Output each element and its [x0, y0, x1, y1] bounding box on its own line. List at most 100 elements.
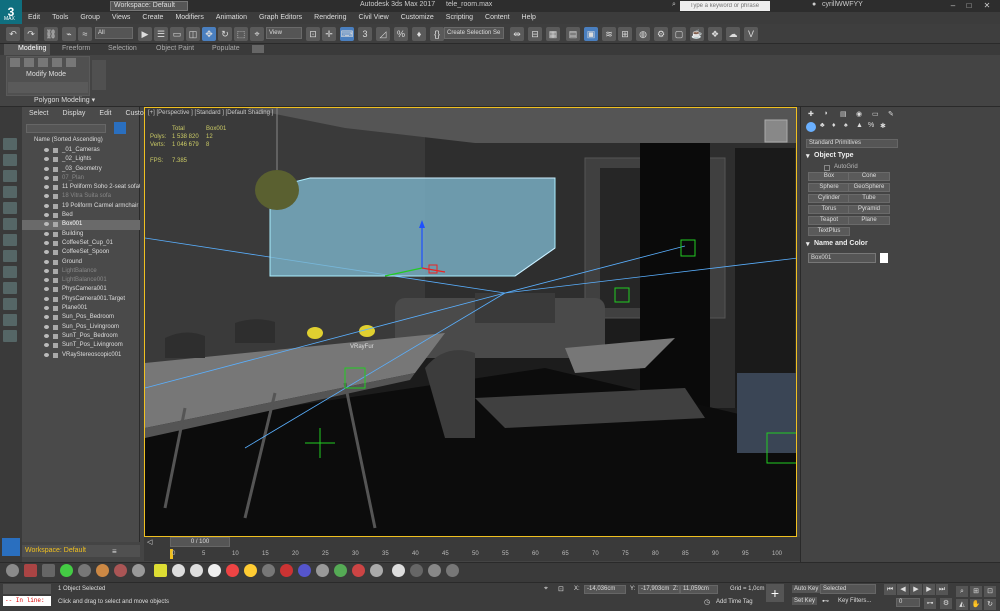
visibility-icon[interactable]: [44, 343, 49, 348]
select-object-icon[interactable]: ▶: [138, 27, 152, 41]
mirror-icon[interactable]: ⇹: [510, 27, 524, 41]
list-item[interactable]: PhysCamera001: [22, 285, 140, 294]
plant-icon[interactable]: [334, 564, 347, 577]
next-frame-icon[interactable]: ▶: [923, 584, 935, 595]
teapot-icon[interactable]: [96, 564, 109, 577]
sphere-button[interactable]: Sphere: [808, 183, 850, 192]
scene-tab-edit[interactable]: Edit: [92, 110, 118, 120]
pivot-center-icon[interactable]: ⊡: [306, 27, 320, 41]
a360-icon[interactable]: ☁: [726, 27, 740, 41]
list-item[interactable]: Sun_Pos_Bedroom: [22, 313, 140, 322]
pyramid-button[interactable]: Pyramid: [848, 205, 890, 214]
visibility-icon[interactable]: [44, 222, 49, 227]
field-of-view-icon[interactable]: ◭: [956, 599, 968, 610]
list-item[interactable]: Bed: [22, 211, 140, 220]
mesh-icon[interactable]: [370, 564, 383, 577]
target-icon[interactable]: [114, 564, 127, 577]
ribbon-toggle-icon[interactable]: ▣: [584, 27, 598, 41]
list-item[interactable]: 19 Poliform Carmel armchair: [22, 202, 140, 211]
menu-rendering[interactable]: Rendering: [308, 12, 352, 24]
viewport-label[interactable]: [+] [Perspective ] [Standard ] [Default …: [148, 110, 273, 116]
name-color-rollout[interactable]: Name and Color: [814, 240, 868, 247]
glasses-icon[interactable]: [132, 564, 145, 577]
list-item[interactable]: LightBalance001: [22, 276, 140, 285]
list-item[interactable]: _03_Geometry: [22, 165, 140, 174]
box001-object[interactable]: [269, 177, 556, 277]
orbit-icon[interactable]: ↻: [984, 599, 996, 610]
utilities-icon[interactable]: ✎: [888, 110, 894, 118]
list-item[interactable]: SunT_Pos_Livingroom: [22, 341, 140, 350]
lights-filter-icon[interactable]: [3, 202, 17, 214]
list-item[interactable]: LightBalance: [22, 267, 140, 276]
workspace-dropdown[interactable]: Workspace: Default: [110, 1, 188, 11]
spinner-snap-icon[interactable]: ♦: [412, 27, 426, 41]
sphere-icon[interactable]: [78, 564, 91, 577]
time-config-icon[interactable]: ⚙: [940, 598, 952, 609]
material-editor-icon[interactable]: ◍: [636, 27, 650, 41]
named-selection-dropdown[interactable]: Create Selection Se: [444, 27, 504, 39]
walkthrough-icon[interactable]: [6, 564, 19, 577]
groups-filter-icon[interactable]: [3, 266, 17, 278]
containers-filter-icon[interactable]: [3, 314, 17, 326]
keyboard-shortcut-icon[interactable]: ⌨: [340, 27, 354, 41]
objects-filter-icon[interactable]: [3, 154, 17, 166]
select-by-name-icon[interactable]: ☰: [154, 27, 168, 41]
visibility-icon[interactable]: [44, 296, 49, 301]
play-icon[interactable]: ▶: [910, 584, 922, 595]
visibility-icon[interactable]: [44, 278, 49, 283]
tab-object-paint[interactable]: Object Paint: [156, 45, 194, 52]
x-coordinate[interactable]: -14,036cm: [584, 585, 626, 594]
maxscript-listener[interactable]: -- In line:: [3, 596, 51, 606]
visibility-icon[interactable]: [44, 194, 49, 199]
list-item[interactable]: 11 Poliform Soho 2-seat sofa00: [22, 183, 140, 192]
light-icon[interactable]: [244, 564, 257, 577]
name-column-header[interactable]: Name (Sorted Ascending): [34, 137, 138, 145]
menu-views[interactable]: Views: [106, 12, 137, 24]
pan-icon[interactable]: ✋: [970, 599, 982, 610]
menu-civil-view[interactable]: Civil View: [352, 12, 394, 24]
motion-icon[interactable]: ◉: [856, 110, 862, 118]
edit-vertex-icon[interactable]: [10, 58, 20, 67]
visibility-icon[interactable]: [44, 203, 49, 208]
search-input[interactable]: [680, 1, 770, 11]
menu-group[interactable]: Group: [74, 12, 105, 24]
list-item[interactable]: _01_Cameras: [22, 146, 140, 155]
scale-icon[interactable]: ⬚: [234, 27, 248, 41]
key-mode-toggle-icon[interactable]: ⊶: [924, 598, 936, 609]
visibility-icon[interactable]: [44, 287, 49, 292]
select-manipulate-icon[interactable]: ✛: [322, 27, 336, 41]
helpers-icon[interactable]: ▲: [856, 122, 863, 129]
snaps-toggle-icon[interactable]: 3: [358, 27, 372, 41]
zoom-icon[interactable]: ⌕: [956, 586, 968, 597]
vray-icon[interactable]: V: [744, 27, 758, 41]
sphere-fade-icon[interactable]: [316, 564, 329, 577]
key-selection-dropdown[interactable]: Selected: [820, 584, 876, 594]
ribbon-options-icon[interactable]: [252, 45, 264, 53]
key-mode-icon[interactable]: ⊷: [822, 597, 829, 605]
percent-snap-icon[interactable]: %: [394, 27, 408, 41]
find-field[interactable]: [26, 124, 106, 133]
cameras-icon[interactable]: ♠: [844, 122, 848, 129]
spacewarps-icon[interactable]: %: [868, 122, 874, 129]
cylinder-button[interactable]: Cylinder: [808, 194, 850, 203]
frame-icon[interactable]: [154, 564, 167, 577]
bind-space-warp-icon[interactable]: ≈: [78, 27, 92, 41]
list-item[interactable]: Box001: [22, 220, 140, 230]
maxscript-listener-top[interactable]: [3, 584, 51, 594]
visibility-icon[interactable]: [44, 259, 49, 264]
bones-filter-icon[interactable]: [3, 298, 17, 310]
dome-light-icon[interactable]: [172, 564, 185, 577]
schematic-view-icon[interactable]: ⊞: [618, 27, 632, 41]
teapot-button[interactable]: Teapot: [808, 216, 850, 225]
edit-border-icon[interactable]: [38, 58, 48, 67]
xrefs-filter-icon[interactable]: [3, 282, 17, 294]
proxy-icon[interactable]: [262, 564, 275, 577]
pin-icon[interactable]: ✚: [808, 110, 814, 118]
visibility-icon[interactable]: [44, 315, 49, 320]
sphere-white-icon[interactable]: [392, 564, 405, 577]
rotate-icon[interactable]: ↻: [218, 27, 232, 41]
ies-light-icon[interactable]: [190, 564, 203, 577]
layer-icon[interactable]: [3, 138, 17, 150]
display-icon[interactable]: ▭: [872, 110, 879, 118]
menu-graph-editors[interactable]: Graph Editors: [253, 12, 308, 24]
